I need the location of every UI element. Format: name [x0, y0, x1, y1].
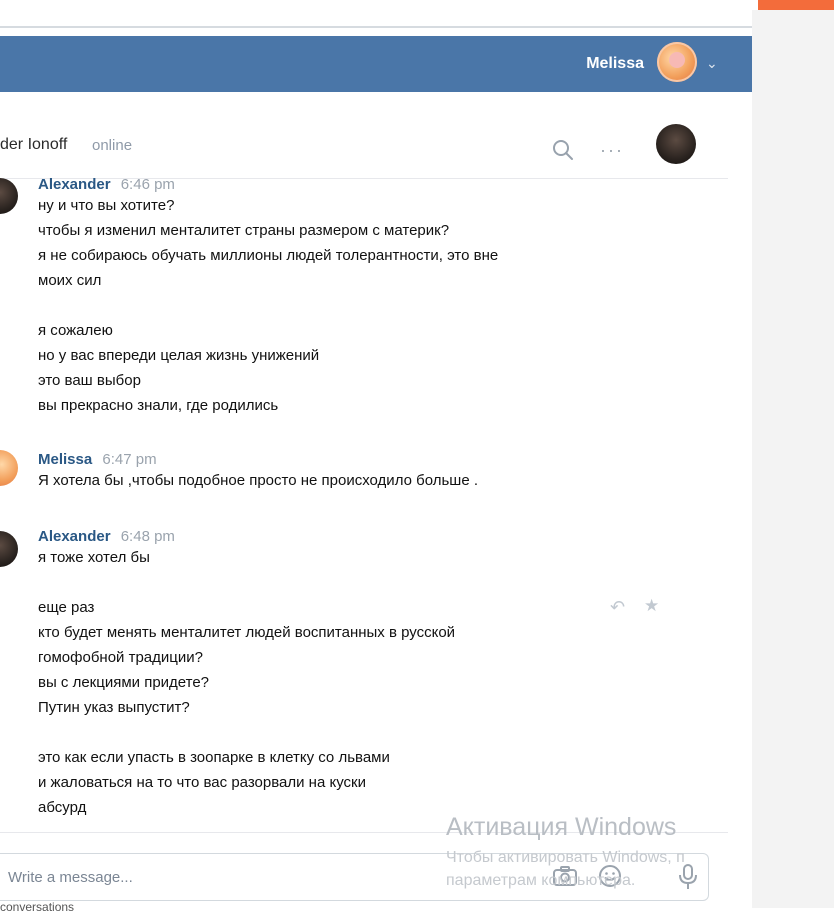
message-author[interactable]: Melissa [38, 451, 92, 468]
more-icon[interactable]: ··· [600, 140, 624, 161]
message-line: моих сил [38, 272, 102, 289]
message-time: 6:46 pm [120, 176, 175, 193]
message-author[interactable]: Alexander [38, 176, 111, 193]
message-line: Я хотела бы ,чтобы подобное просто не пр… [38, 472, 479, 489]
message-line: ну и что вы хотите? [38, 197, 175, 214]
message-line: еще раз [38, 599, 95, 616]
message-line: вы прекрасно знали, где родились [38, 397, 279, 414]
message-line: абсурд [38, 799, 87, 816]
message: Alexander 6:48 pm я тоже хотел бы еще ра… [38, 528, 455, 820]
avatar[interactable] [656, 124, 696, 164]
message-line: но у вас впереди целая жизнь унижений [38, 347, 320, 364]
message-line: это ваш выбор [38, 372, 141, 389]
avatar [0, 450, 18, 486]
message: Melissa 6:47 pm Я хотела бы ,чтобы подоб… [38, 451, 478, 493]
message-line: Путин указ выпустит? [38, 699, 190, 716]
message-line: чтобы я изменил менталитет страны размер… [38, 222, 450, 239]
message-line: это как если упасть в зоопарке в клетку … [38, 749, 390, 766]
message-author[interactable]: Alexander [38, 528, 111, 545]
reply-icon[interactable]: ↶ [610, 597, 625, 618]
avatar[interactable] [657, 42, 697, 82]
message: Alexander 6:46 pm ну и что вы хотите? чт… [38, 176, 498, 418]
chat-name[interactable]: der Ionoff [0, 136, 67, 154]
star-icon[interactable]: ★ [644, 596, 659, 616]
search-icon[interactable] [550, 137, 576, 163]
message-line: гомофобной традиции? [38, 649, 203, 666]
windows-activation-watermark: Активация Windows [446, 813, 677, 841]
orange-tab [758, 0, 834, 10]
message-time: 6:48 pm [120, 528, 175, 545]
top-header: Melissa [0, 36, 752, 92]
message-line: я сожалею [38, 322, 113, 339]
message-time: 6:47 pm [102, 451, 157, 468]
chat-status: online [92, 137, 133, 154]
message-line: я не собираюсь обучать миллионы людей то… [38, 247, 499, 264]
avatar [0, 531, 18, 567]
message-line: и жаловаться на то что вас разорвали на … [38, 774, 366, 791]
right-panel [752, 10, 834, 908]
avatar [0, 178, 18, 214]
windows-activation-watermark: Чтобы активировать Windows, п [446, 849, 685, 866]
message-input[interactable] [0, 864, 430, 890]
message-line: вы с лекциями придете? [38, 674, 210, 691]
windows-activation-watermark: параметрам компьютера. [446, 872, 636, 889]
message-line [38, 293, 498, 318]
bottom-cut-text: conversations [0, 900, 75, 914]
mic-icon[interactable] [677, 863, 699, 891]
message-line: кто будет менять менталитет людей воспит… [38, 624, 456, 641]
top-divider [0, 26, 752, 28]
message-line [38, 570, 455, 595]
chevron-down-icon[interactable]: ⌄ [706, 55, 718, 72]
user-name[interactable]: Melissa [586, 55, 644, 73]
message-line: я тоже хотел бы [38, 549, 150, 566]
message-line [38, 720, 455, 745]
